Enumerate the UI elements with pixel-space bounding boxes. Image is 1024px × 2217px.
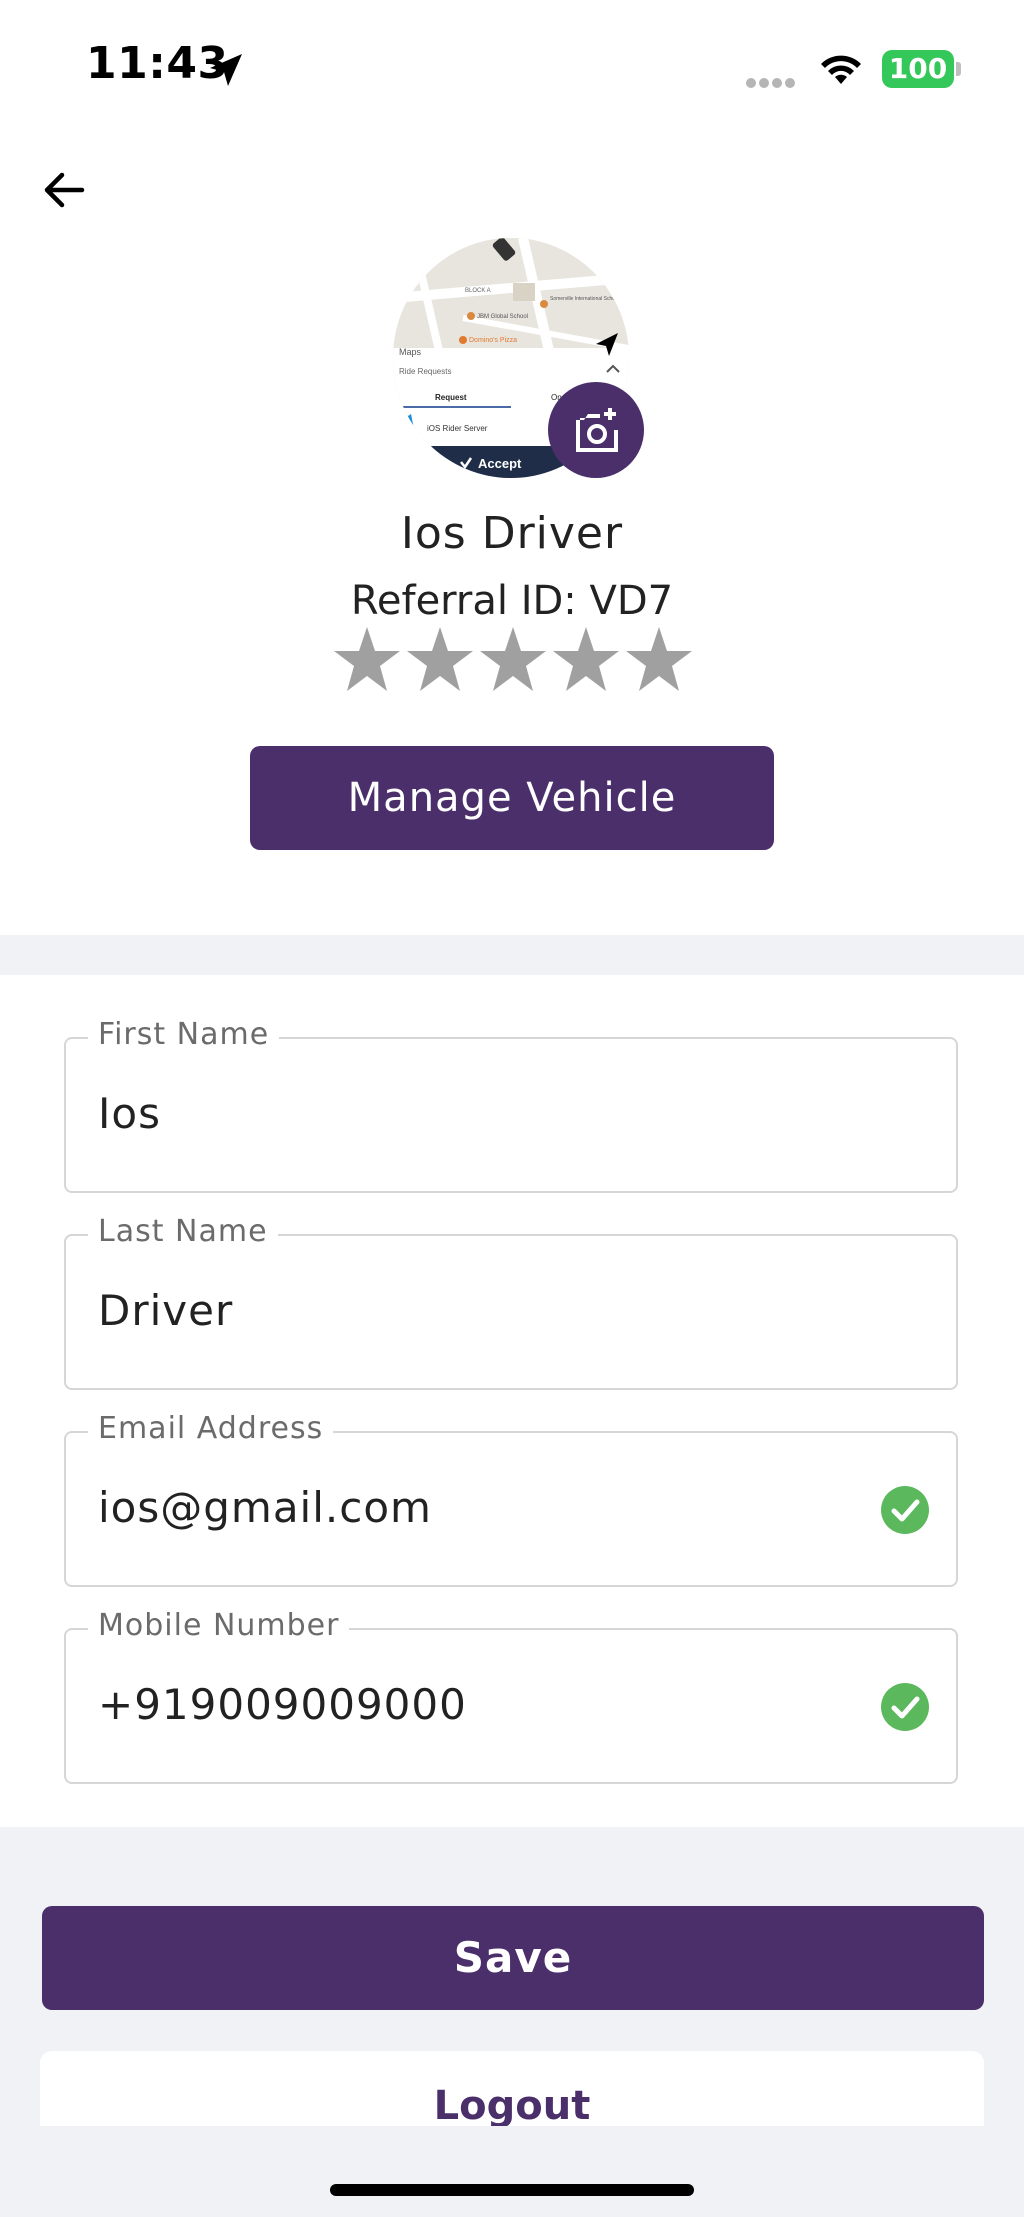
first-name-value[interactable]: Ios: [98, 1089, 161, 1138]
profile-name: Ios Driver: [400, 508, 624, 559]
email-field[interactable]: Email Address ios@gmail.com: [64, 1411, 958, 1587]
avatar-accept: Accept: [478, 456, 522, 471]
avatar-place-3: Domino's Pizza: [469, 337, 517, 344]
wifi-icon: [821, 55, 861, 84]
avatar-block-label: BLOCK A: [465, 288, 491, 294]
avatar-place-2: Somerville International School: [550, 296, 619, 302]
back-arrow-icon[interactable]: [38, 162, 94, 218]
email-value[interactable]: ios@gmail.com: [98, 1483, 432, 1532]
home-indicator: [330, 2184, 694, 2196]
rating-stars: [334, 627, 692, 691]
change-photo-button[interactable]: [548, 382, 644, 478]
verified-check-icon: [881, 1683, 929, 1731]
star-icon: [407, 627, 473, 691]
email-label: Email Address: [88, 1411, 334, 1446]
referral-id: Referral ID: VD7: [350, 578, 674, 624]
star-icon: [553, 627, 619, 691]
star-icon: [334, 627, 400, 691]
avatar-maps-label: Maps: [399, 347, 422, 357]
battery-tip: [956, 62, 961, 76]
mobile-number-field[interactable]: Mobile Number +919009009000: [64, 1608, 958, 1784]
save-button[interactable]: Save: [42, 1906, 984, 2010]
avatar-place-1: JBM Global School: [477, 314, 528, 320]
signal-dots-icon: [746, 73, 798, 92]
last-name-field[interactable]: Last Name Driver: [64, 1214, 958, 1390]
logout-button[interactable]: Logout: [40, 2051, 984, 2126]
star-icon: [626, 627, 692, 691]
add-photo-camera-icon: [576, 408, 618, 452]
verified-check-icon: [881, 1486, 929, 1534]
mobile-number-value[interactable]: +919009009000: [98, 1680, 467, 1729]
first-name-label: First Name: [88, 1017, 280, 1052]
avatar-ride-requests: Ride Requests: [399, 367, 451, 376]
manage-vehicle-button[interactable]: Manage Vehicle: [250, 746, 774, 850]
last-name-label: Last Name: [88, 1214, 278, 1249]
battery-icon: 100: [882, 50, 954, 88]
avatar-rider: iOS Rider Server: [427, 424, 488, 433]
first-name-field[interactable]: First Name Ios: [64, 1017, 958, 1193]
profile-form: First Name Ios Last Name Driver Email Ad…: [0, 975, 1024, 1827]
mobile-number-label: Mobile Number: [88, 1608, 350, 1643]
location-arrow-icon: [210, 54, 242, 86]
star-icon: [480, 627, 546, 691]
avatar-tab-request: Request: [435, 393, 467, 402]
last-name-value[interactable]: Driver: [98, 1286, 233, 1335]
status-bar: 11:43 100: [0, 0, 1024, 130]
